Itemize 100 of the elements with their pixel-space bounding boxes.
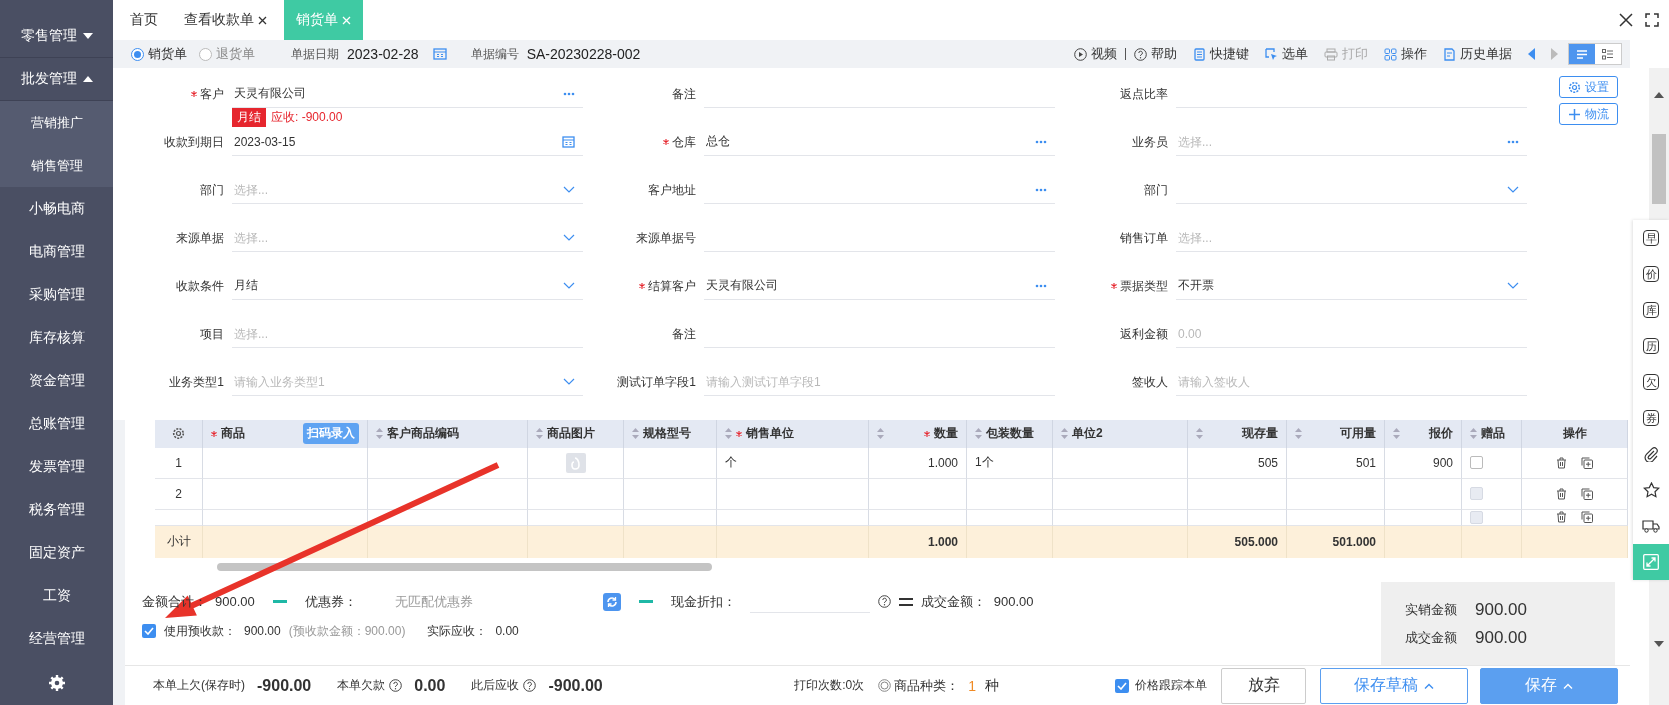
- input-field[interactable]: 不开票: [1176, 278, 1507, 293]
- tool-button[interactable]: 欠: [1643, 374, 1659, 390]
- toolbar-button[interactable]: 选单: [1265, 45, 1308, 63]
- scrollbar-thumb[interactable]: [217, 562, 712, 571]
- sort-icon[interactable]: [376, 428, 383, 440]
- input-field[interactable]: 月结: [232, 278, 563, 293]
- sidebar-item[interactable]: 总账管理: [0, 402, 113, 445]
- sort-icon[interactable]: [1470, 428, 1477, 440]
- copy-icon[interactable]: [1581, 487, 1593, 500]
- input-field[interactable]: 请输入签收人: [1176, 374, 1519, 389]
- sort-icon[interactable]: [536, 428, 543, 440]
- input-field[interactable]: 选择...: [1176, 230, 1519, 245]
- radio-button[interactable]: [199, 47, 212, 61]
- chevron-down-icon[interactable]: [563, 234, 575, 241]
- chevron-down-icon[interactable]: [563, 282, 575, 289]
- previous-icon[interactable]: [1528, 48, 1536, 60]
- copy-icon[interactable]: [1581, 456, 1593, 469]
- toolbar-button[interactable]: 视频: [1074, 45, 1117, 63]
- sidebar-item[interactable]: 资金管理: [0, 359, 113, 402]
- delete-icon[interactable]: [1556, 456, 1567, 469]
- tool-button[interactable]: 券: [1643, 410, 1659, 426]
- input-field[interactable]: 请输入业务类型1: [232, 374, 563, 389]
- radio-label[interactable]: 销货单: [148, 45, 187, 63]
- input-field[interactable]: 天灵有限公司: [704, 278, 1035, 293]
- tool-button[interactable]: 早: [1643, 230, 1659, 246]
- chevron-down-icon[interactable]: [563, 186, 575, 193]
- checkbox[interactable]: [142, 624, 156, 639]
- sidebar-item[interactable]: 小畅电商: [0, 187, 113, 230]
- sort-icon[interactable]: [1061, 428, 1068, 440]
- input-field[interactable]: 选择...: [232, 182, 563, 197]
- delete-icon[interactable]: [1556, 487, 1567, 500]
- tool-button[interactable]: 历: [1643, 338, 1659, 354]
- copy-icon[interactable]: [1581, 510, 1593, 523]
- more-icon[interactable]: [1035, 283, 1047, 288]
- sidebar-item[interactable]: 库存核算: [0, 316, 113, 359]
- sidebar-item[interactable]: 发票管理: [0, 445, 113, 488]
- tool-button[interactable]: 价: [1643, 266, 1659, 282]
- input-field[interactable]: 选择...: [232, 230, 563, 245]
- chevron-down-icon[interactable]: [1507, 186, 1519, 193]
- more-icon[interactable]: [1035, 187, 1047, 192]
- paperclip-icon[interactable]: [1643, 446, 1659, 462]
- sidebar-item[interactable]: 经营管理: [0, 617, 113, 660]
- sidebar-item[interactable]: 采购管理: [0, 273, 113, 316]
- sort-icon[interactable]: [975, 428, 982, 440]
- sidebar-item[interactable]: 税务管理: [0, 488, 113, 531]
- toolbar-button[interactable]: 快捷键: [1193, 45, 1249, 63]
- sort-icon[interactable]: [1393, 428, 1400, 440]
- input-field[interactable]: 0.00: [1176, 326, 1519, 341]
- tab[interactable]: 查看收款单: [175, 0, 276, 40]
- more-icon[interactable]: [1507, 139, 1519, 144]
- scroll-up-icon[interactable]: [1654, 92, 1664, 98]
- calendar-icon[interactable]: [432, 48, 447, 60]
- fullscreen-icon[interactable]: [1645, 13, 1659, 27]
- action-button[interactable]: 设置: [1559, 76, 1618, 98]
- discard-button[interactable]: 放弃: [1221, 667, 1306, 704]
- sidebar-item[interactable]: 营销推广: [0, 101, 113, 144]
- view-toggle[interactable]: [1595, 44, 1621, 64]
- tab[interactable]: 首页: [121, 0, 167, 40]
- scrollbar-thumb[interactable]: [1652, 134, 1666, 204]
- truck-icon[interactable]: [1642, 519, 1660, 533]
- input-field[interactable]: 选择...: [232, 326, 575, 341]
- refresh-icon[interactable]: [602, 592, 621, 611]
- sidebar-item[interactable]: 电商管理: [0, 230, 113, 273]
- sort-icon[interactable]: [725, 428, 732, 440]
- more-icon[interactable]: [1035, 139, 1047, 144]
- tool-button[interactable]: 库: [1643, 302, 1659, 318]
- sort-icon[interactable]: [632, 428, 639, 440]
- checkbox-label[interactable]: 使用预收款：: [164, 622, 236, 640]
- input-field[interactable]: 2023-03-15: [232, 134, 562, 149]
- expand-icon[interactable]: [1643, 554, 1659, 570]
- close-icon[interactable]: [258, 15, 267, 25]
- settings-icon[interactable]: [172, 427, 185, 441]
- sort-icon[interactable]: [877, 428, 884, 440]
- toolbar-button[interactable]: 操作: [1384, 45, 1427, 63]
- sort-icon[interactable]: [1196, 428, 1203, 440]
- sidebar-item[interactable]: 固定资产: [0, 531, 113, 574]
- view-toggle[interactable]: [1569, 44, 1595, 64]
- input-field[interactable]: 总仓: [704, 134, 1035, 149]
- input-field[interactable]: 选择...: [1176, 134, 1507, 149]
- input-field[interactable]: 天灵有限公司: [232, 86, 563, 101]
- radio-button[interactable]: [131, 47, 144, 61]
- checkbox-label[interactable]: 价格跟踪本单: [1135, 677, 1207, 695]
- close-icon[interactable]: [1619, 13, 1633, 27]
- action-button[interactable]: 物流: [1559, 103, 1618, 125]
- toolbar-button[interactable]: 历史单据: [1443, 45, 1512, 63]
- checkbox[interactable]: [1115, 678, 1129, 693]
- chevron-down-icon[interactable]: [563, 378, 575, 385]
- more-icon[interactable]: [563, 91, 575, 96]
- scroll-down-icon[interactable]: [1654, 641, 1664, 647]
- chevron-down-icon[interactable]: [1507, 282, 1519, 289]
- delete-icon[interactable]: [1556, 510, 1567, 523]
- sidebar-item[interactable]: 销售管理: [0, 144, 113, 187]
- checkbox[interactable]: [1470, 456, 1483, 470]
- calendar-icon[interactable]: [562, 135, 575, 148]
- sidebar-item[interactable]: 工资: [0, 574, 113, 617]
- input-field[interactable]: 请输入测试订单字段1: [704, 374, 1047, 389]
- sort-icon[interactable]: [1295, 428, 1302, 440]
- next-icon[interactable]: [1550, 48, 1558, 60]
- star-icon[interactable]: [1642, 482, 1660, 498]
- toolbar-button[interactable]: 帮助: [1134, 45, 1177, 63]
